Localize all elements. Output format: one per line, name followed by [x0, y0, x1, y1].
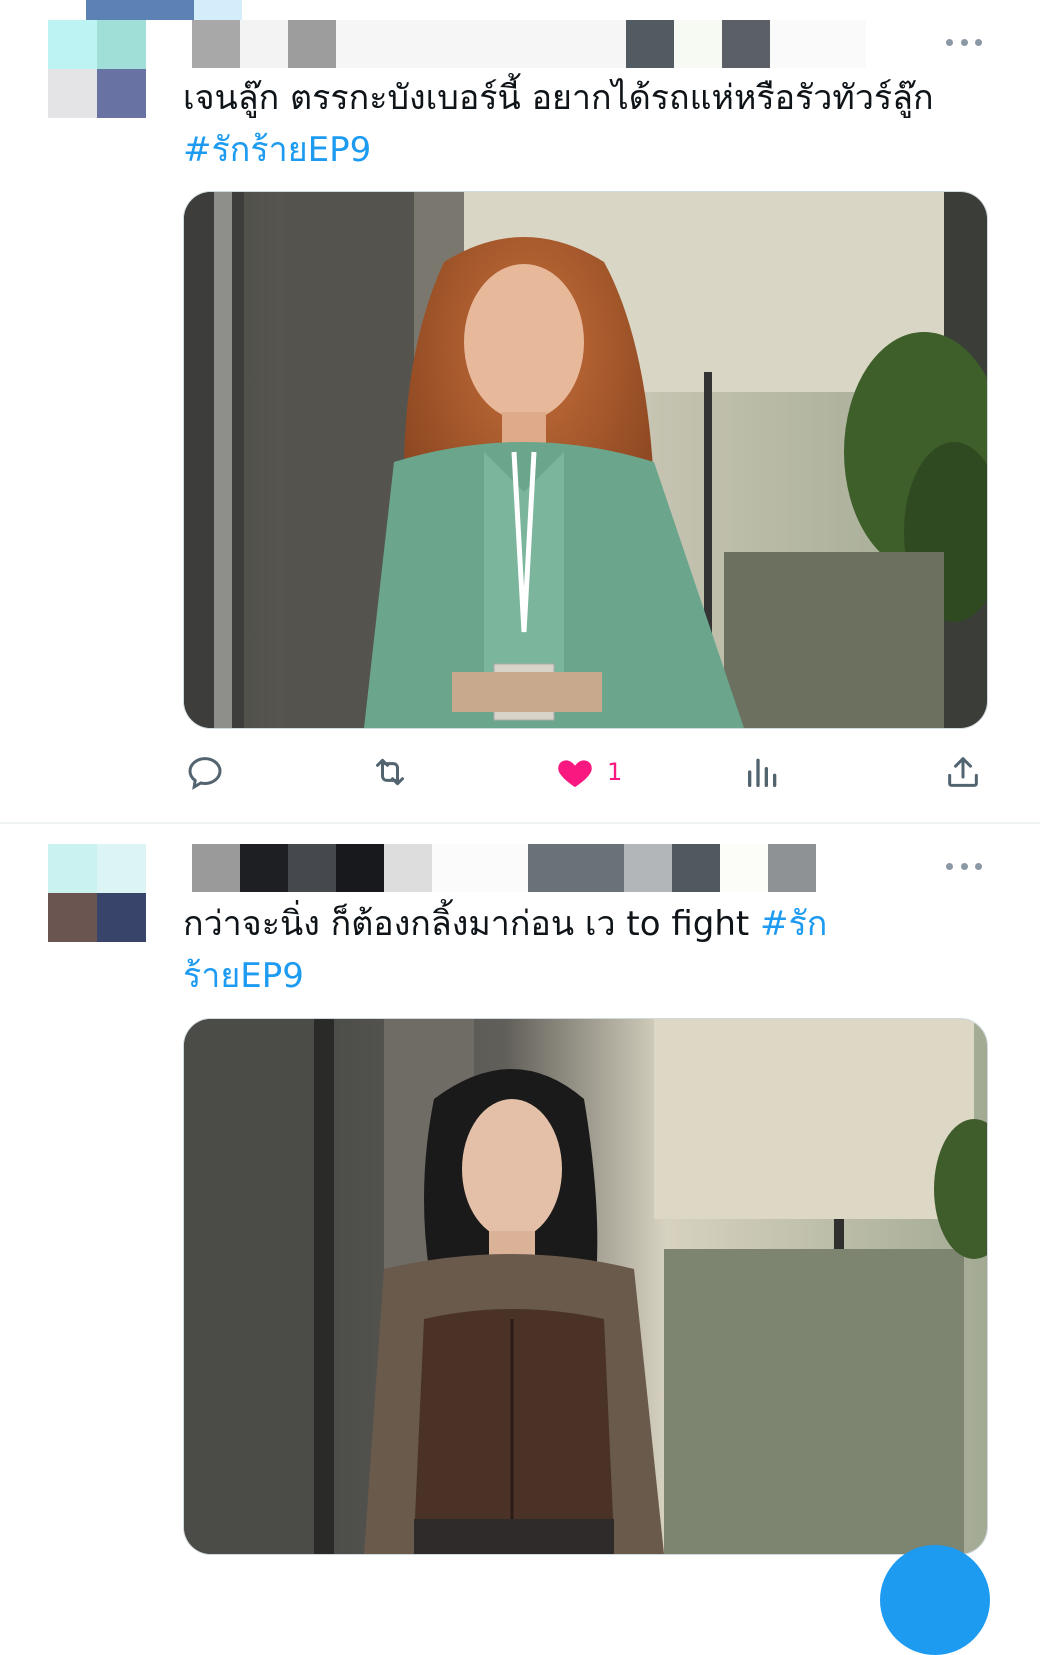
more-options-icon[interactable]: [946, 858, 982, 874]
retweet-button[interactable]: [368, 748, 412, 796]
tweet-photo[interactable]: [183, 191, 988, 729]
reply-icon: [188, 757, 222, 790]
tweet[interactable]: กว่าจะนิ่ง ก็ต้องกลิ้งมาก่อน เว to fight…: [0, 824, 1040, 1575]
hashtag-link-continued[interactable]: ร้ายEP9: [183, 950, 993, 1002]
views-icon: [748, 758, 777, 787]
photo-woman-leather-top: [184, 1019, 987, 1554]
redacted-username[interactable]: [192, 844, 816, 892]
action-bar: 1: [183, 748, 983, 796]
avatar[interactable]: [48, 20, 146, 118]
tweet[interactable]: เจนลู๊ก ตรรกะบังเบอร์นี้ อยากได้รถแห่หรื…: [0, 0, 1040, 822]
like-count: 1: [607, 758, 623, 786]
hashtag-link[interactable]: #รักร้ายEP9: [183, 124, 993, 176]
views-button[interactable]: [743, 748, 783, 796]
tweet-text: เจนลู๊ก ตรรกะบังเบอร์นี้ อยากได้รถแห่หรื…: [183, 72, 993, 176]
photo-woman-green-jacket: [184, 192, 987, 728]
avatar[interactable]: [48, 844, 146, 942]
more-options-icon[interactable]: [946, 34, 982, 50]
share-button[interactable]: [943, 748, 983, 796]
compose-fab-button[interactable]: [880, 1545, 990, 1655]
reply-button[interactable]: [185, 748, 225, 796]
tweet-photo[interactable]: [183, 1018, 988, 1555]
retweet-icon: [376, 758, 404, 786]
hashtag-link[interactable]: #รัก: [760, 904, 827, 944]
redacted-username[interactable]: [192, 20, 866, 68]
share-icon: [948, 757, 978, 787]
tweet-text: กว่าจะนิ่ง ก็ต้องกลิ้งมาก่อน เว to fight…: [183, 898, 993, 1002]
heart-filled-icon: [558, 760, 592, 787]
like-button[interactable]: 1: [555, 748, 622, 796]
